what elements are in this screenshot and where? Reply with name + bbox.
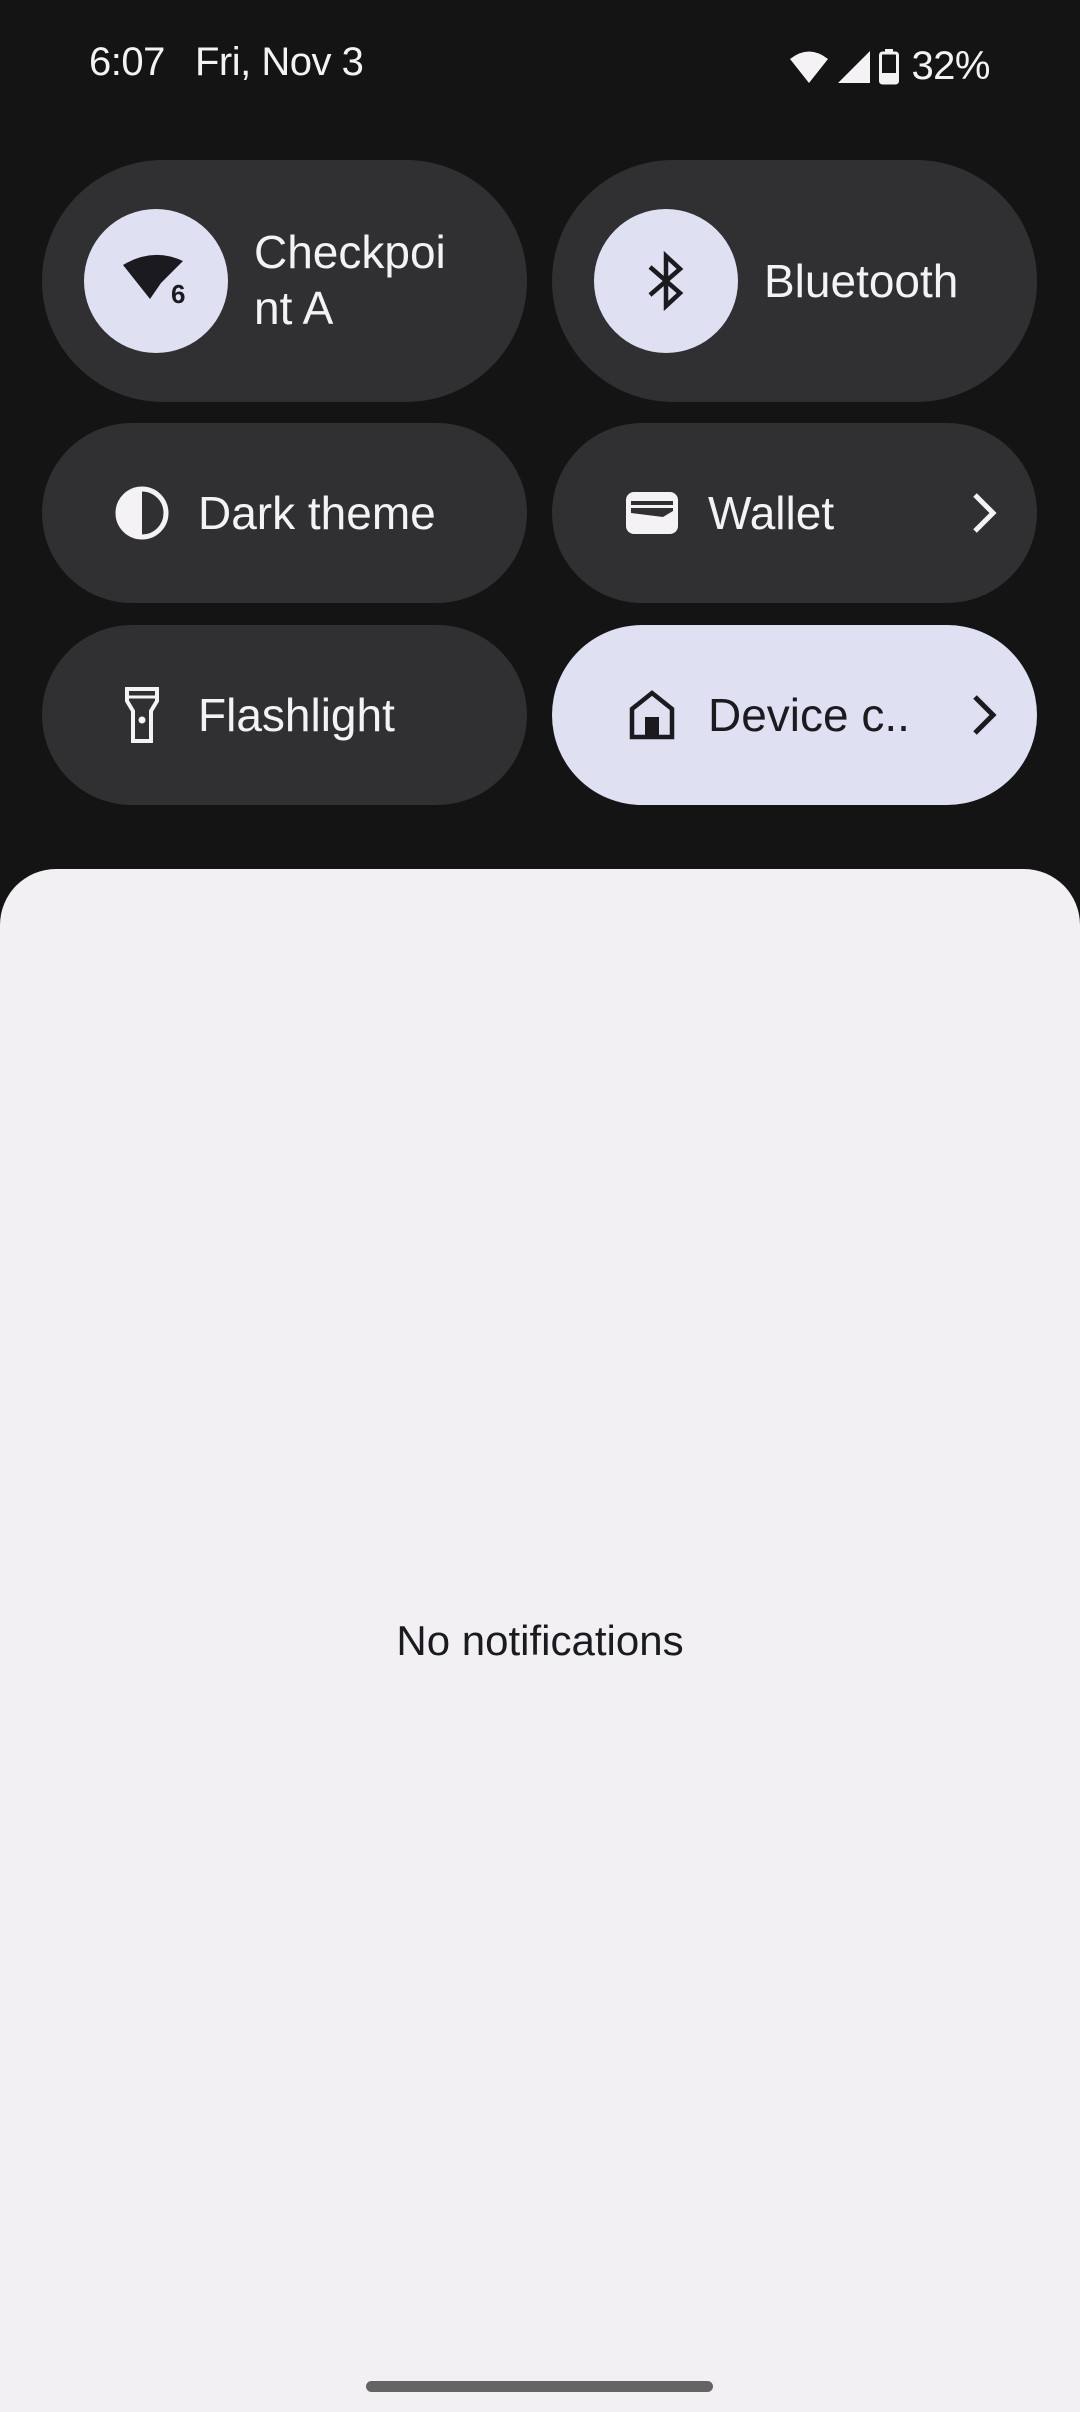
tile-bluetooth-label: Bluetooth <box>764 255 959 307</box>
tile-device-controls[interactable]: Device c.. <box>552 625 1037 805</box>
tile-wallet-label: Wallet <box>708 487 835 539</box>
chevron-right-icon <box>973 493 997 533</box>
tile-bluetooth[interactable]: Bluetooth <box>552 160 1037 402</box>
tile-internet-label: Checkpoi nt A <box>254 224 446 336</box>
internet-toggle[interactable]: 6 <box>84 209 228 353</box>
home-icon <box>624 687 680 743</box>
no-notifications-text: No notifications <box>396 1617 684 1664</box>
tile-dark-theme[interactable]: Dark theme <box>42 423 527 603</box>
status-icons: 32% <box>789 44 990 89</box>
tile-internet[interactable]: 6 Checkpoi nt A <box>42 160 527 402</box>
wifi-6-icon: 6 <box>123 254 185 309</box>
flashlight-icon <box>114 687 170 743</box>
notification-panel[interactable]: No notifications <box>0 869 1080 2412</box>
battery-percent: 32% <box>911 44 990 88</box>
bluetooth-toggle[interactable] <box>594 209 738 353</box>
tile-flashlight-label: Flashlight <box>198 689 395 741</box>
tile-wallet[interactable]: Wallet <box>552 423 1037 603</box>
bluetooth-icon <box>648 251 684 311</box>
clock[interactable]: 6:07 <box>89 40 165 85</box>
contrast-icon <box>114 485 170 541</box>
gesture-nav-handle[interactable] <box>366 2381 713 2392</box>
wifi-icon <box>790 51 829 83</box>
label-line-2: nt A <box>254 282 334 334</box>
tile-device-controls-label: Device c.. <box>708 689 910 741</box>
wallet-icon <box>624 485 680 541</box>
cell-signal-icon <box>838 50 871 83</box>
date[interactable]: Fri, Nov 3 <box>195 40 364 85</box>
wifi-badge: 6 <box>171 279 185 309</box>
battery-icon <box>879 48 900 84</box>
tile-dark-theme-label: Dark theme <box>198 487 436 539</box>
chevron-right-icon <box>973 695 997 735</box>
status-bar: 6:07 Fri, Nov 3 32% <box>0 0 1080 130</box>
label-line-1: Checkpoi <box>254 226 446 278</box>
tile-flashlight[interactable]: Flashlight <box>42 625 527 805</box>
